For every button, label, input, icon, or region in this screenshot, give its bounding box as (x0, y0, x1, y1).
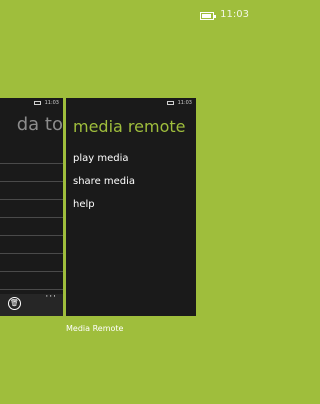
list-item (0, 182, 63, 200)
battery-icon (33, 100, 41, 105)
battery-icon (166, 100, 174, 105)
status-clock: 11:03 (220, 9, 249, 20)
app-card-previous[interactable]: 11:03 da to 🗑 ··· (0, 98, 63, 316)
app-card-media-remote[interactable]: 11:03 media remote play media share medi… (66, 98, 196, 316)
list-item (0, 200, 63, 218)
menu-item-play-media[interactable]: play media (73, 153, 135, 165)
list-item (0, 254, 63, 272)
menu-item-help[interactable]: help (73, 199, 135, 211)
list-item (0, 272, 63, 290)
menu-item-share-media[interactable]: share media (73, 176, 135, 188)
app-title-fragment: da to (16, 114, 63, 135)
app-title: media remote (73, 117, 186, 136)
card-status-bar: 11:03 (166, 100, 192, 106)
app-card-label: Media Remote (66, 324, 124, 333)
card-status-bar: 11:03 (33, 100, 59, 106)
status-bar: 11:03 (0, 0, 251, 32)
card-clock: 11:03 (177, 100, 192, 106)
battery-charging-icon (200, 12, 216, 20)
card-clock: 11:03 (44, 100, 59, 106)
list-item (0, 236, 63, 254)
trash-icon[interactable]: 🗑 (8, 297, 21, 310)
list-item (0, 146, 63, 164)
main-menu: play media share media help (73, 153, 135, 222)
app-bar: 🗑 ··· (0, 292, 63, 316)
list-item (0, 218, 63, 236)
more-options-button[interactable]: ··· (45, 292, 57, 302)
item-list (0, 146, 63, 290)
list-item (0, 164, 63, 182)
